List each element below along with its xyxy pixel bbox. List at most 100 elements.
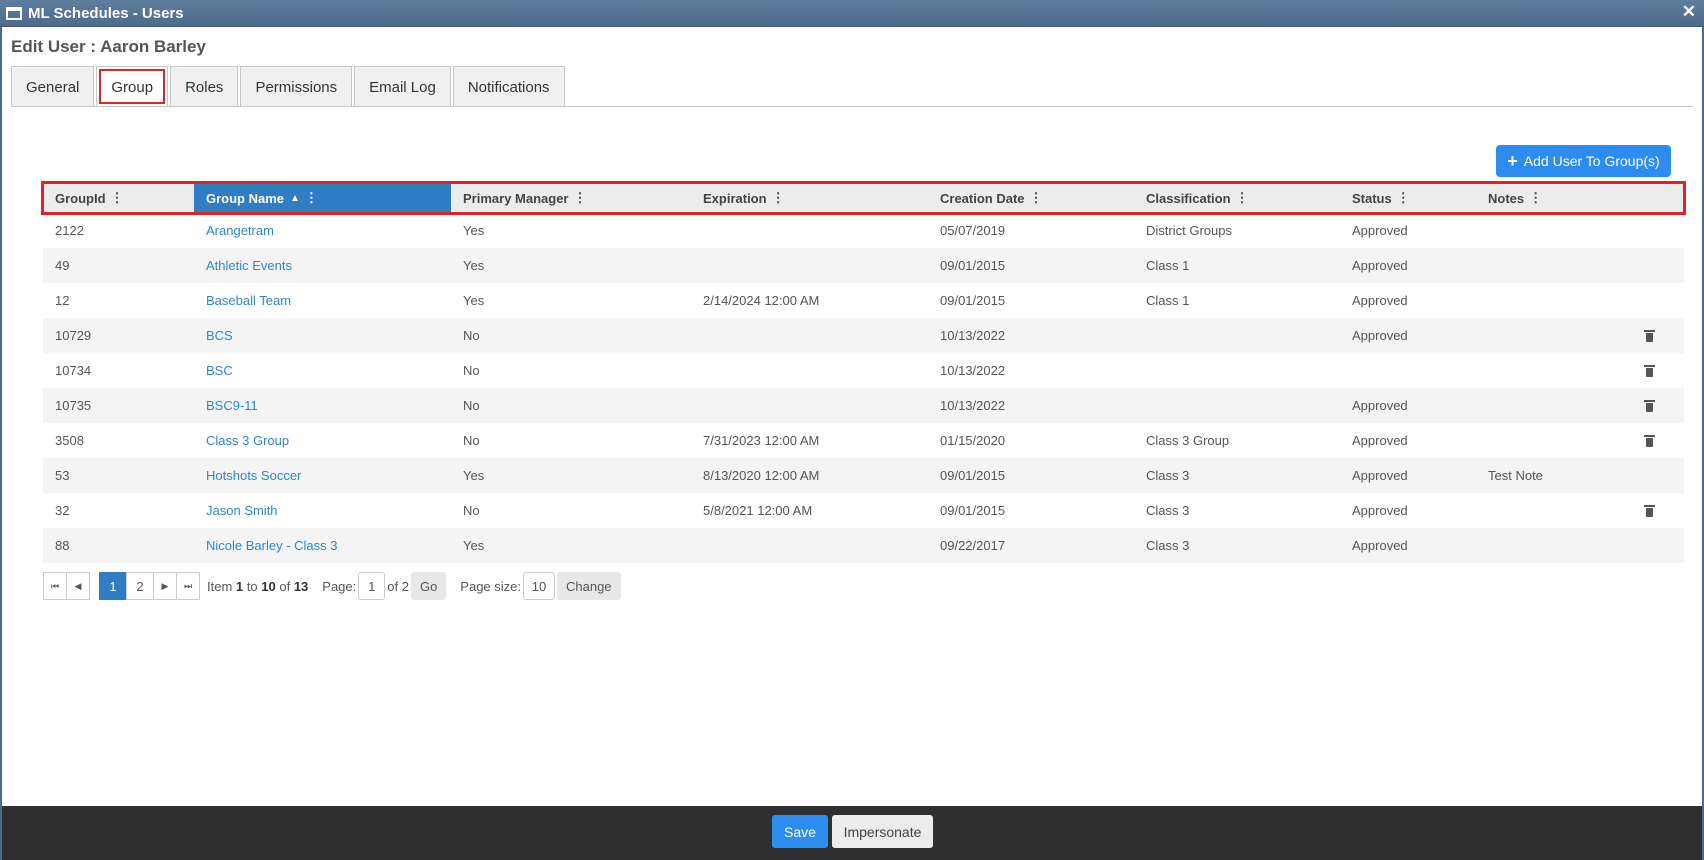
impersonate-button[interactable]: Impersonate [832, 815, 933, 848]
page-size-label: Page size: [460, 578, 521, 594]
group-name-link[interactable]: Arangetram [194, 223, 451, 238]
cell-creation-date: 10/13/2022 [940, 398, 1006, 413]
cell-groupid: 3508 [55, 433, 84, 448]
column-menu-icon[interactable]: ⋮ [1236, 190, 1249, 206]
close-icon[interactable]: ✕ [1682, 2, 1696, 22]
column-header-expiration[interactable]: Expiration ⋮ [691, 183, 928, 213]
cell-primary-manager: Yes [463, 223, 485, 238]
last-page-icon[interactable]: ⏭ [176, 572, 200, 600]
item-to: 10 [261, 578, 276, 594]
group-name-link[interactable]: Hotshots Soccer [194, 468, 451, 483]
page-label: Page: [322, 578, 357, 594]
cell-primary-manager: Yes [463, 538, 485, 553]
column-header-primary-manager[interactable]: Primary Manager ⋮ [451, 183, 691, 213]
cell-status: Approved [1352, 503, 1408, 518]
column-label: Creation Date [940, 190, 1025, 206]
tab-roles[interactable]: Roles [170, 66, 239, 107]
table-row: 12 Baseball Team Yes 2/14/2024 12:00 AM 09/0… [43, 283, 1684, 318]
page-number-input[interactable] [358, 572, 386, 600]
column-menu-icon[interactable]: ⋮ [1529, 190, 1542, 206]
tab-divider [11, 106, 1693, 107]
column-header-group-name[interactable]: Group Name ▲ ⋮ [194, 183, 451, 213]
column-label: Notes [1488, 190, 1525, 206]
cell-actions [1602, 399, 1684, 412]
table-row: 10734 BSC No 10/13/2022 [43, 353, 1684, 388]
trash-icon[interactable] [1643, 434, 1655, 447]
cell-expiration: 5/8/2021 12:00 AM [703, 503, 813, 518]
cell-actions [1602, 329, 1684, 342]
group-name-link[interactable]: Jason Smith [194, 503, 451, 518]
cell-creation-date: 09/22/2017 [940, 538, 1006, 553]
group-name-link[interactable]: BSC [194, 363, 451, 378]
page-size-input[interactable] [523, 572, 555, 600]
column-menu-icon[interactable]: ⋮ [574, 190, 587, 206]
prev-page-icon[interactable]: ◀ [66, 572, 90, 600]
column-menu-icon[interactable]: ⋮ [305, 190, 318, 206]
page-2-button[interactable]: 2 [126, 572, 154, 600]
table-row: 10735 BSC9-11 No 10/13/2022 Approved [43, 388, 1684, 423]
cell-status: Approved [1352, 538, 1408, 553]
column-menu-icon[interactable]: ⋮ [1030, 190, 1043, 206]
item-from: 1 [235, 578, 244, 594]
column-menu-icon[interactable]: ⋮ [1397, 190, 1410, 206]
save-button[interactable]: Save [772, 815, 828, 848]
cell-expiration: 2/14/2024 12:00 AM [703, 293, 820, 308]
page-title: Edit User : Aaron Barley [11, 37, 206, 56]
trash-icon[interactable] [1643, 399, 1655, 412]
item-to-word: to [246, 578, 258, 594]
first-page-icon[interactable]: ⏮ [43, 572, 67, 600]
table-row: 3508 Class 3 Group No 7/31/2023 12:00 AM 01/… [43, 423, 1684, 458]
column-label: Status [1352, 190, 1392, 206]
column-header-status[interactable]: Status ⋮ [1340, 183, 1476, 213]
column-header-creation-date[interactable]: Creation Date ⋮ [928, 183, 1134, 213]
group-name-link[interactable]: BCS [194, 328, 451, 343]
cell-creation-date: 10/13/2022 [940, 328, 1006, 343]
cell-status: Approved [1352, 468, 1408, 483]
table-row: 88 Nicole Barley - Class 3 Yes 09/22/2017 Cl… [43, 528, 1684, 563]
cell-status: Approved [1352, 433, 1408, 448]
grid-body: 2122 Arangetram Yes 05/07/2019 District Grou… [43, 213, 1684, 563]
group-name-link[interactable]: Class 3 Group [194, 433, 451, 448]
cell-groupid: 10734 [55, 363, 92, 378]
group-name-link[interactable]: Baseball Team [194, 293, 451, 308]
plus-icon: + [1507, 150, 1518, 171]
column-menu-icon[interactable]: ⋮ [772, 190, 785, 206]
cell-groupid: 12 [55, 293, 70, 308]
cell-notes: Test Note [1488, 468, 1543, 483]
change-button[interactable]: Change [557, 572, 621, 600]
cell-primary-manager: No [463, 328, 480, 343]
group-name-link[interactable]: Athletic Events [194, 258, 451, 273]
group-name-link[interactable]: Nicole Barley - Class 3 [194, 538, 451, 553]
table-row: 53 Hotshots Soccer Yes 8/13/2020 12:00 AM 09… [43, 458, 1684, 493]
cell-creation-date: 09/01/2015 [940, 503, 1006, 518]
window-title: ML Schedules - Users [28, 4, 184, 22]
add-user-to-groups-label: Add User To Group(s) [1523, 153, 1660, 169]
trash-icon[interactable] [1643, 504, 1655, 517]
next-page-icon[interactable]: ▶ [153, 572, 177, 600]
cell-classification: Class 1 [1146, 293, 1190, 308]
group-name-link[interactable]: BSC9-11 [194, 398, 451, 413]
column-menu-icon[interactable]: ⋮ [111, 190, 124, 206]
cell-primary-manager: Yes [463, 293, 485, 308]
add-user-to-groups-button[interactable]: + Add User To Group(s) [1496, 145, 1671, 177]
table-row: 32 Jason Smith No 5/8/2021 12:00 AM 09/01/20… [43, 493, 1684, 528]
tab-permissions[interactable]: Permissions [240, 66, 353, 107]
trash-icon[interactable] [1643, 329, 1655, 342]
tab-notifications[interactable]: Notifications [452, 66, 565, 107]
cell-classification: Class 1 [1146, 258, 1190, 273]
column-label: Expiration [703, 190, 767, 206]
column-header-notes[interactable]: Notes ⋮ [1476, 183, 1602, 213]
tab-email-log[interactable]: Email Log [354, 66, 451, 107]
cell-classification: Class 3 [1146, 503, 1190, 518]
page-1-button[interactable]: 1 [99, 572, 127, 600]
cell-groupid: 32 [55, 503, 70, 518]
go-button[interactable]: Go [410, 572, 447, 600]
trash-icon[interactable] [1643, 364, 1655, 377]
table-row: 49 Athletic Events Yes 09/01/2015 Class 1 App… [43, 248, 1684, 283]
window-icon [6, 6, 22, 20]
tab-group[interactable]: Group [96, 66, 169, 107]
column-header-classification[interactable]: Classification ⋮ [1134, 183, 1340, 213]
column-header-groupid[interactable]: GroupId ⋮ [43, 183, 194, 213]
cell-status: Approved [1352, 293, 1408, 308]
tab-general[interactable]: General [11, 66, 95, 107]
